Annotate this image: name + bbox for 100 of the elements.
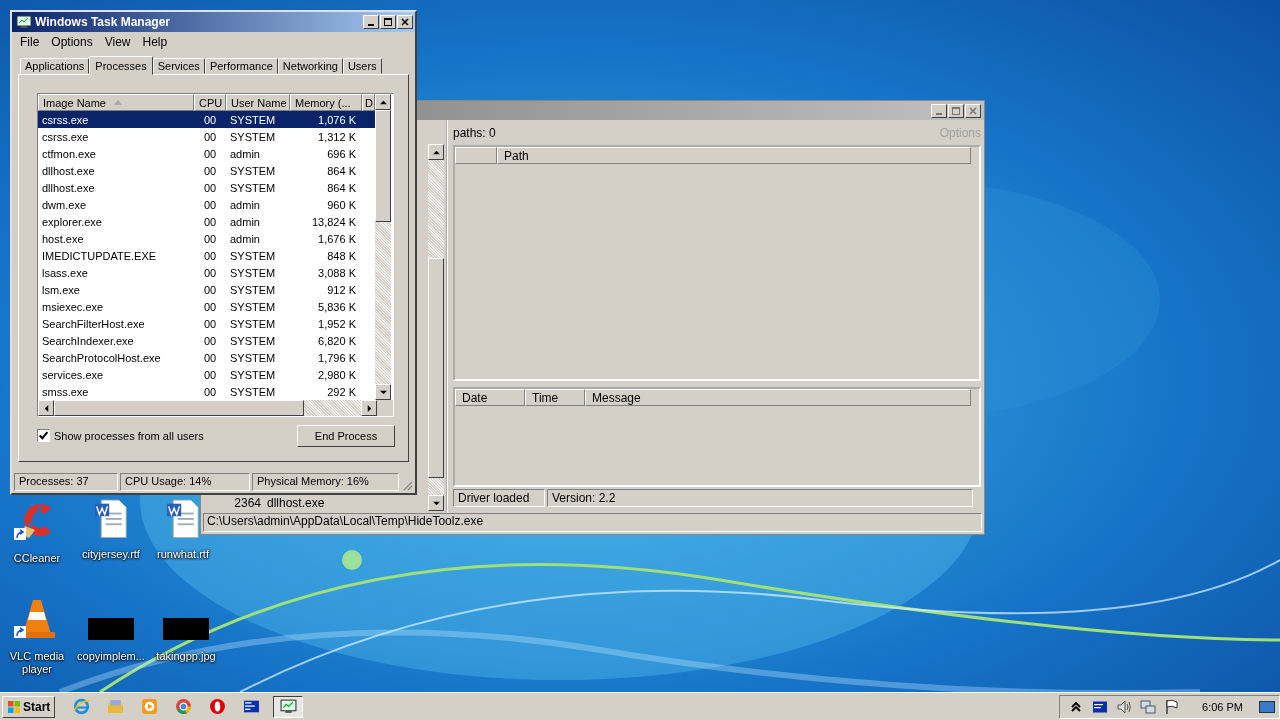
- checkbox[interactable]: [37, 429, 50, 442]
- desktop-icon-label[interactable]: cityjersey.rtf: [76, 548, 146, 561]
- menu-item[interactable]: Help: [136, 35, 174, 49]
- maximize-button[interactable]: [380, 15, 396, 29]
- scroll-down-button[interactable]: [428, 495, 444, 511]
- folder-icon: [106, 698, 124, 715]
- column-header[interactable]: Path: [497, 147, 971, 164]
- table-row[interactable]: SearchFilterHost.exe 00 SYSTEM 1,952 K: [38, 315, 375, 332]
- show-desktop-button[interactable]: [1259, 700, 1275, 713]
- redacted-icon: [163, 618, 209, 640]
- resize-grip-icon[interactable]: [401, 479, 413, 491]
- table-cell-text: SYSTEM: [229, 283, 277, 296]
- table-cell-text: 00: [202, 215, 218, 228]
- down-arrow-icon: [379, 388, 387, 396]
- taskbar-app-button[interactable]: [273, 695, 304, 718]
- scrollbar-corner: [377, 400, 393, 416]
- document-icon[interactable]: [94, 498, 128, 538]
- scroll-down-button[interactable]: [375, 384, 391, 400]
- speaker-icon[interactable]: [1116, 698, 1133, 715]
- table-row[interactable]: csrss.exe 00 SYSTEM 1,076 K: [38, 111, 375, 128]
- tab[interactable]: Users: [342, 58, 382, 74]
- scroll-up-button[interactable]: [375, 94, 391, 110]
- table-cell-text: 00: [202, 283, 218, 296]
- menu-item[interactable]: File: [14, 35, 46, 49]
- table-cell-text: SYSTEM: [229, 130, 277, 143]
- table-cell-text: 00: [202, 266, 218, 279]
- column-header[interactable]: CPU: [194, 94, 226, 111]
- scroll-left-button[interactable]: [38, 400, 54, 416]
- table-cell-text: 864 K: [326, 181, 357, 194]
- tab[interactable]: Performance: [204, 58, 278, 74]
- desktop-icon-label[interactable]: takingpp.jpg: [151, 650, 221, 663]
- column-header[interactable]: User Name: [226, 94, 290, 111]
- start-button[interactable]: Start: [2, 695, 56, 718]
- column-header[interactable]: Time: [525, 389, 585, 406]
- table-row[interactable]: explorer.exe 00 admin 13,824 K: [38, 213, 375, 230]
- table-cell-text: 1,796 K: [317, 351, 357, 364]
- table-cell-text: 1,076 K: [317, 113, 357, 126]
- table-row[interactable]: dllhost.exe 00 SYSTEM 864 K: [38, 162, 375, 179]
- table-cell-text: 2,980 K: [317, 368, 357, 381]
- column-header[interactable]: Image Name: [38, 94, 194, 111]
- maximize-button[interactable]: [948, 103, 964, 118]
- menu-item[interactable]: Options: [45, 35, 99, 49]
- table-row[interactable]: services.exe 00 SYSTEM 2,980 K: [38, 366, 375, 383]
- table-row[interactable]: ctfmon.exe 00 admin 696 K: [38, 145, 375, 162]
- table-row[interactable]: smss.exe 00 SYSTEM 292 K: [38, 383, 375, 400]
- column-header[interactable]: Memory (...: [290, 94, 362, 111]
- maximize-icon: [951, 105, 961, 116]
- column-header[interactable]: Message: [585, 389, 971, 406]
- flag-icon[interactable]: [1164, 698, 1181, 715]
- window-title: Windows Task Manager: [35, 15, 171, 29]
- up-arrow-icon: [432, 148, 440, 156]
- table-cell-text: 00: [202, 300, 218, 313]
- table-row[interactable]: SearchProtocolHost.exe 00 SYSTEM 1,796 K: [38, 349, 375, 366]
- column-header[interactable]: Date: [455, 389, 525, 406]
- table-cell-text: 6,820 K: [317, 334, 357, 347]
- network-icon[interactable]: [1140, 698, 1157, 715]
- table-row[interactable]: msiexec.exe 00 SYSTEM 5,836 K: [38, 298, 375, 315]
- table-cell-text: SYSTEM: [229, 249, 277, 262]
- scroll-thumb[interactable]: [428, 258, 444, 478]
- desktop-icon-label[interactable]: CCleaner: [2, 552, 72, 565]
- table-row[interactable]: SearchIndexer.exe 00 SYSTEM 6,820 K: [38, 332, 375, 349]
- minimize-button[interactable]: [363, 15, 379, 29]
- table-row[interactable]: IMEDICTUPDATE.EXE 00 SYSTEM 848 K: [38, 247, 375, 264]
- table-cell-text: SYSTEM: [229, 181, 277, 194]
- desktop-icon-label[interactable]: copyimplem...: [76, 650, 146, 663]
- minimize-button[interactable]: [931, 103, 947, 118]
- tab[interactable]: Networking: [277, 58, 343, 74]
- table-cell-text: 00: [202, 385, 218, 398]
- scroll-thumb[interactable]: [375, 110, 391, 222]
- column-header[interactable]: D: [362, 94, 375, 111]
- close-button[interactable]: [965, 103, 981, 118]
- close-icon: [400, 17, 410, 27]
- table-cell-text: 00: [202, 232, 218, 245]
- clock[interactable]: 6:06 PM: [1202, 700, 1243, 713]
- table-cell-text: 00: [202, 113, 218, 126]
- scroll-up-button[interactable]: [428, 144, 444, 160]
- close-button[interactable]: [397, 15, 413, 29]
- tab[interactable]: Processes: [89, 56, 153, 75]
- scroll-thumb[interactable]: [54, 400, 304, 416]
- table-cell-text: host.exe: [41, 232, 85, 245]
- desktop-icon-label[interactable]: VLC media player: [2, 650, 72, 676]
- status-pane: Driver loaded: [453, 489, 545, 507]
- maximize-icon: [383, 17, 393, 27]
- status-pane: Version: 2.2: [547, 489, 973, 507]
- document-icon[interactable]: [166, 498, 200, 538]
- window-icon[interactable]: [1092, 698, 1109, 715]
- column-header[interactable]: [455, 147, 497, 164]
- table-row[interactable]: csrss.exe 00 SYSTEM 1,312 K: [38, 128, 375, 145]
- tab[interactable]: Applications: [20, 58, 90, 74]
- table-row[interactable]: dwm.exe 00 admin 960 K: [38, 196, 375, 213]
- table-row[interactable]: lsass.exe 00 SYSTEM 3,088 K: [38, 264, 375, 281]
- end-process-button[interactable]: End Process: [297, 425, 395, 447]
- table-row[interactable]: lsm.exe 00 SYSTEM 912 K: [38, 281, 375, 298]
- scroll-right-button[interactable]: [361, 400, 377, 416]
- checkbox-label[interactable]: Show processes from all users: [54, 429, 204, 442]
- table-row[interactable]: dllhost.exe 00 SYSTEM 864 K: [38, 179, 375, 196]
- menu-item[interactable]: View: [98, 35, 137, 49]
- table-cell-text: SYSTEM: [229, 334, 277, 347]
- tab[interactable]: Services: [152, 58, 205, 74]
- table-row[interactable]: host.exe 00 admin 1,676 K: [38, 230, 375, 247]
